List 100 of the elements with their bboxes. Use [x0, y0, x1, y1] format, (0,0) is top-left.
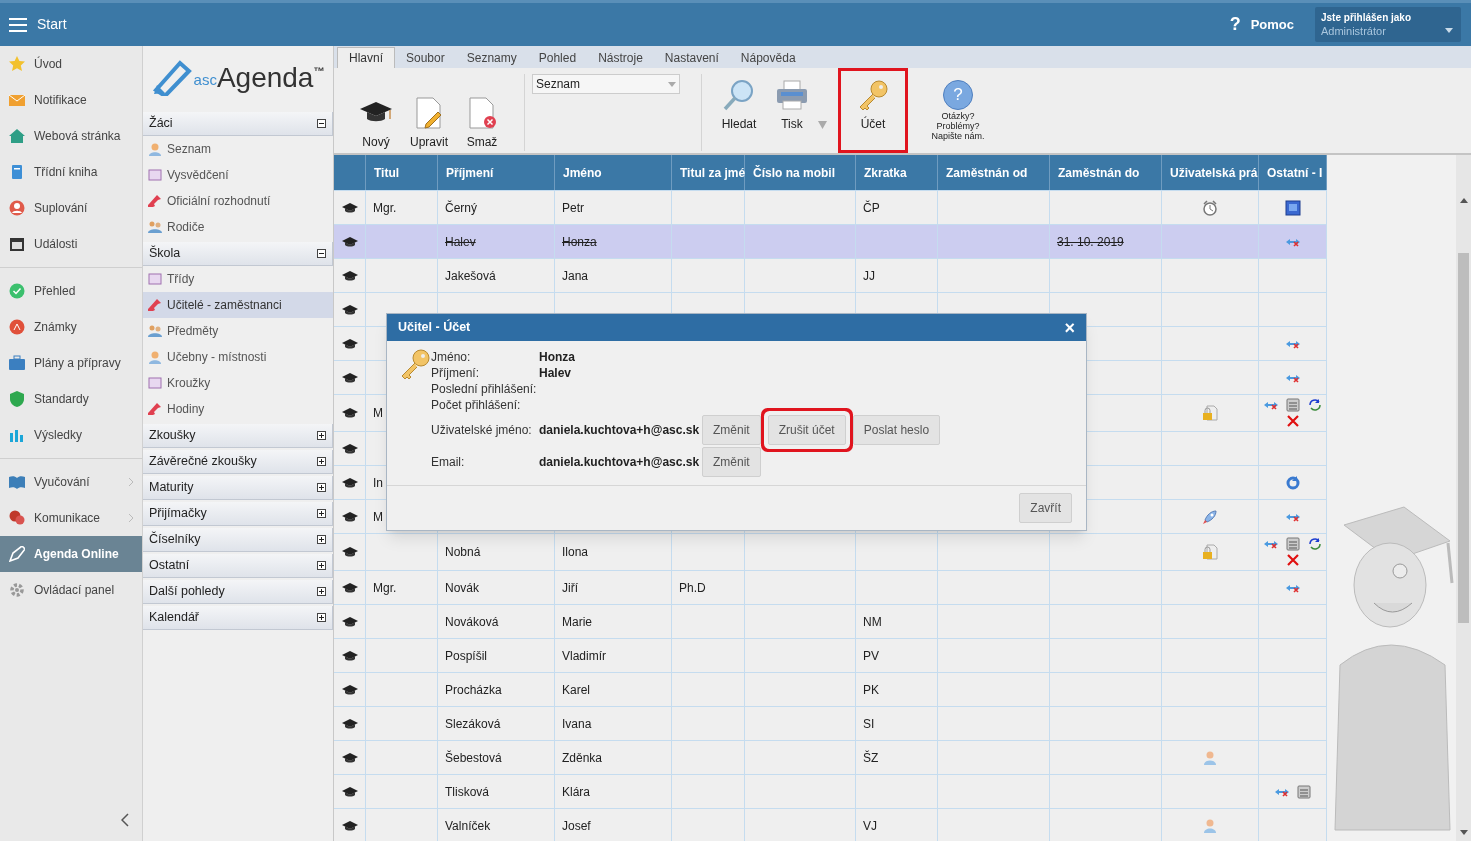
table-cell-text: SI	[863, 715, 875, 733]
nav-item[interactable]: Standardy	[0, 381, 142, 417]
nav-item[interactable]: Třídní kniha	[0, 154, 142, 190]
section-header[interactable]: Ostatní	[143, 554, 333, 578]
close-dialog-button[interactable]: Zavřít	[1019, 493, 1072, 523]
help-button[interactable]: ? Pomoc	[1229, 11, 1294, 38]
table-cell-text: Jiří	[562, 579, 578, 597]
table-row[interactable]: Mgr. Černý Petr ČP	[334, 191, 1327, 225]
nav-item[interactable]: Suplování	[0, 190, 142, 226]
section-header[interactable]: Žáci	[143, 112, 333, 136]
app-title[interactable]: Start	[37, 14, 67, 35]
section-item[interactable]: Třídy	[143, 266, 333, 292]
table-cell-text: Nobná	[445, 544, 481, 561]
nav-item[interactable]: Úvod	[0, 46, 142, 82]
section-item[interactable]: Seznam	[143, 136, 333, 162]
nav-item[interactable]: Plány a přípravy	[0, 345, 142, 381]
table-cell-text: ČP	[863, 199, 880, 217]
section-header[interactable]: Číselníky	[143, 528, 333, 552]
section-header[interactable]: Závěrečné zkoušky	[143, 450, 333, 474]
item-icon	[148, 220, 162, 234]
graduation-cap-icon	[341, 337, 358, 350]
person-icon	[1202, 749, 1218, 766]
nav-item[interactable]: Události	[0, 226, 142, 262]
help-contact-button[interactable]: ? Otázky? Problémy? Napište nám.	[923, 72, 993, 153]
nav-icon	[9, 200, 25, 216]
person-icon	[1202, 817, 1218, 834]
collapse-icon[interactable]	[121, 813, 129, 827]
table-cell-text: NM	[863, 613, 882, 631]
table-row[interactable]: Jakešová Jana JJ	[334, 259, 1327, 293]
table-row[interactable]: Tlisková Klára	[334, 775, 1327, 809]
table-cell-text: Slezáková	[445, 715, 501, 733]
expand-icon	[317, 587, 326, 596]
section-item[interactable]: Vysvědčení	[143, 162, 333, 188]
table-cell-text: VJ	[863, 817, 877, 835]
toolbar-button[interactable]: Hledat	[713, 74, 765, 133]
section-item[interactable]: Učebny - místnosti	[143, 344, 333, 370]
section-header[interactable]: Přijímačky	[143, 502, 333, 526]
expand-icon	[317, 561, 326, 570]
table-cell-text: In	[373, 474, 383, 492]
toolbar-button[interactable]: Smaž	[456, 74, 508, 151]
nav-item[interactable]: Známky	[0, 309, 142, 345]
ribbon-tab[interactable]: Soubor	[395, 47, 456, 68]
scrollbar[interactable]	[1456, 155, 1471, 841]
table-row[interactable]: Procházka Karel PK	[334, 673, 1327, 707]
section-header[interactable]: Kalendář	[143, 606, 333, 630]
table-cell-text: Ph.D	[679, 579, 706, 597]
nav-icon	[9, 427, 25, 443]
graduation-cap-icon	[341, 819, 358, 832]
view-dropdown[interactable]: Seznam	[532, 74, 680, 94]
ribbon-tab[interactable]: Pohled	[527, 47, 588, 68]
ribbon-tab[interactable]: Nápověda	[729, 47, 807, 68]
nav-item[interactable]: Výsledky	[0, 417, 142, 453]
nav-item[interactable]: Přehled	[0, 273, 142, 309]
section-header[interactable]: Škola	[143, 242, 333, 266]
section-item[interactable]: Hodiny	[143, 396, 333, 422]
table-cell-text: Mgr.	[373, 199, 397, 217]
menu-icon[interactable]	[9, 17, 27, 32]
table-row[interactable]: Nobná Ilona	[334, 534, 1327, 571]
ribbon-tab[interactable]: Hlavní	[337, 47, 395, 68]
table-cell-text: Novák	[445, 579, 479, 597]
section-header[interactable]: Další pohledy	[143, 580, 333, 604]
table-row[interactable]: Šebestová Zděnka ŠZ	[334, 741, 1327, 775]
user-menu[interactable]: Jste přihlášen jako Administrátor	[1315, 7, 1461, 42]
table-row[interactable]: Mgr. Novák Jiří Ph.D	[334, 571, 1327, 605]
dialog-title: Učitel - Účet	[398, 318, 471, 337]
section-header[interactable]: Maturity	[143, 476, 333, 500]
dialog-button[interactable]: Změnit	[702, 447, 761, 477]
nav-item[interactable]: Ovládací panel	[0, 572, 142, 608]
table-row[interactable]: Nováková Marie NM	[334, 605, 1327, 639]
nav-item[interactable]: Komunikace	[0, 500, 142, 536]
table-cell-text: Pospíšil	[445, 647, 488, 665]
table-row[interactable]: Pospíšil Vladimír PV	[334, 639, 1327, 673]
table-cell-text: Černý	[445, 199, 477, 217]
close-button[interactable]: ×	[1064, 318, 1075, 337]
section-item[interactable]: Učitelé - zaměstnanci	[143, 292, 333, 318]
dialog-button[interactable]: Poslat heslo	[852, 415, 941, 445]
nav-item[interactable]: Notifikace	[0, 82, 142, 118]
ribbon-tab[interactable]: Nástroje	[587, 47, 654, 68]
toolbar-button[interactable]: Tisk	[766, 74, 827, 133]
table-row[interactable]: Halev Honza 31. 10. 2019	[334, 225, 1327, 259]
section-item[interactable]: Rodiče	[143, 214, 333, 240]
toolbar-button[interactable]: Upravit	[403, 74, 455, 151]
table-row[interactable]: Slezáková Ivana SI	[334, 707, 1327, 741]
ribbon-tab[interactable]: Nastavení	[653, 47, 730, 68]
section-item[interactable]: Předměty	[143, 318, 333, 344]
toolbar-button[interactable]: Nový	[350, 74, 402, 151]
ribbon-tab[interactable]: Seznamy	[455, 47, 528, 68]
nav-item[interactable]: Agenda Online	[0, 536, 142, 572]
dialog-button[interactable]: Změnit	[702, 415, 761, 445]
section-item[interactable]: Oficiální rozhodnutí	[143, 188, 333, 214]
field-value: Halev	[539, 365, 572, 382]
table-cell-text: Klára	[562, 783, 590, 801]
nav-item[interactable]: Webová stránka	[0, 118, 142, 154]
item-icon	[148, 272, 162, 286]
window-icon	[1284, 199, 1301, 216]
nav-item[interactable]: Vyučování	[0, 464, 142, 500]
nav-icon	[9, 92, 25, 108]
toolbar-button[interactable]: Účet	[847, 74, 899, 133]
section-header[interactable]: Zkoušky	[143, 424, 333, 448]
section-item[interactable]: Kroužky	[143, 370, 333, 396]
